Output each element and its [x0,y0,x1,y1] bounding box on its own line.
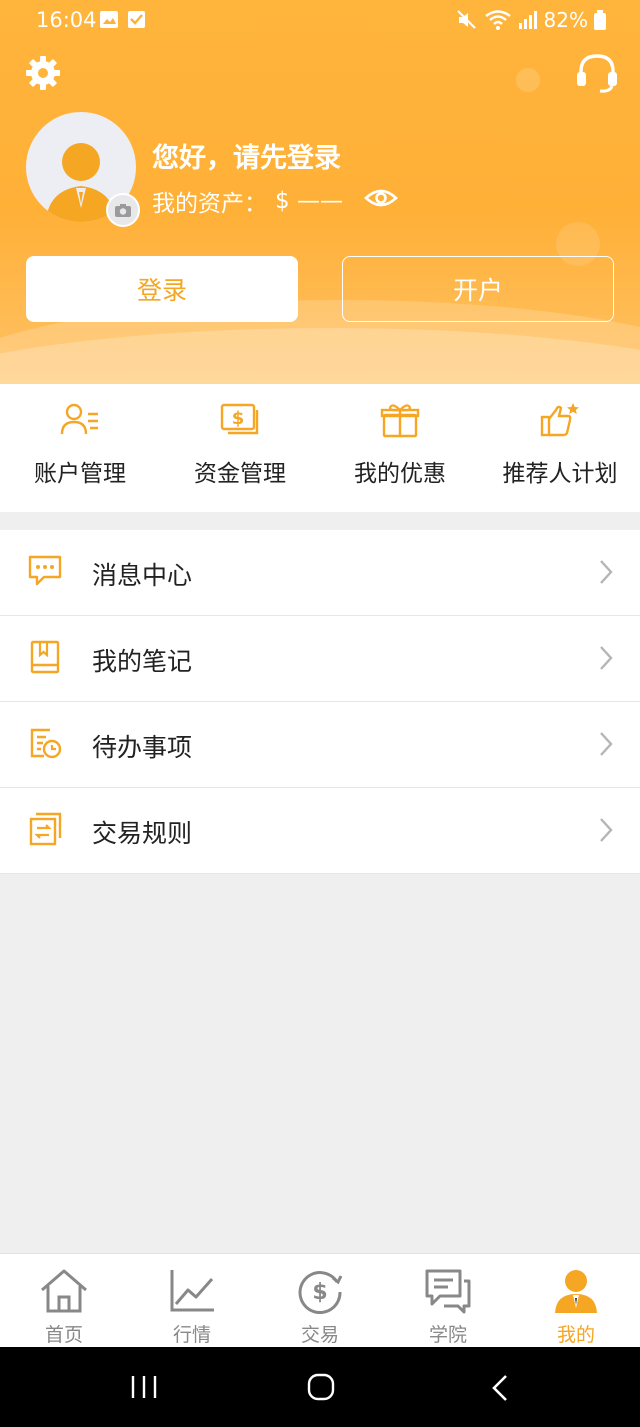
svg-text:$: $ [232,408,245,429]
eye-icon[interactable] [364,186,398,214]
wifi-icon [484,10,511,30]
quick-item-account-manage[interactable]: 账户管理 [0,384,160,512]
tab-academy[interactable]: 学院 [384,1254,512,1348]
menu-item-label: 交易规则 [92,819,193,848]
customer-service-headset-icon[interactable] [574,52,620,98]
chevron-right-icon [598,730,614,762]
rules-icon [28,812,62,850]
tab-label: 学院 [428,1324,467,1346]
assets-value: $ —— [275,188,343,214]
battery-percent: 82% [543,8,588,32]
menu-item-message-center[interactable]: 消息中心 [0,530,640,616]
svg-text:$: $ [312,1280,327,1305]
chart-icon [128,1268,256,1314]
quick-item-fund-manage[interactable]: $ 资金管理 [160,384,320,512]
tab-label: 首页 [44,1324,83,1346]
dollar-icon: $ [256,1268,384,1314]
thumbs-up-icon [480,402,640,438]
signal-icon [518,11,537,29]
mute-icon [456,10,476,29]
menu-item-label: 消息中心 [92,561,193,590]
recent-apps-icon[interactable] [130,1374,158,1404]
tab-market[interactable]: 行情 [128,1254,256,1348]
notebook-icon [28,640,62,678]
menu-item-todo[interactable]: 待办事项 [0,702,640,788]
tab-label: 行情 [172,1324,211,1346]
menu-list: 消息中心 我的笔记 待办事项 交易规则 [0,530,640,874]
back-nav-icon[interactable] [490,1373,510,1407]
open-account-button[interactable]: 开户 [342,256,614,322]
chevron-right-icon [598,558,614,590]
menu-item-trading-rules[interactable]: 交易规则 [0,788,640,874]
camera-icon[interactable] [106,193,140,227]
tab-label: 交易 [300,1324,339,1346]
chevron-right-icon [598,816,614,848]
tab-mine[interactable]: 我的 [512,1254,640,1348]
tab-home[interactable]: 首页 [0,1254,128,1348]
home-nav-icon[interactable] [307,1373,335,1405]
tab-trade[interactable]: $ 交易 [256,1254,384,1348]
chevron-right-icon [598,644,614,676]
quick-item-referral-plan[interactable]: 推荐人计划 [480,384,640,512]
quick-item-label: 资金管理 [194,461,286,487]
status-time: 16:04 [36,8,97,32]
status-bar: 16:04 82% [0,0,640,40]
menu-item-label: 我的笔记 [92,647,193,676]
notification-icons [100,10,146,34]
home-icon [0,1268,128,1314]
settings-gear-icon[interactable] [24,54,62,96]
menu-item-label: 待办事项 [92,733,193,762]
battery-icon [594,10,606,30]
assets-label: 我的资产： [152,191,267,217]
tab-label: 我的 [556,1324,595,1346]
person-icon [512,1268,640,1314]
todo-icon [28,726,62,764]
gift-icon [320,402,480,438]
fund-manage-icon: $ [160,402,320,438]
quick-item-my-offers[interactable]: 我的优惠 [320,384,480,512]
login-prompt[interactable]: 您好，请先登录 [152,136,341,175]
my-assets: 我的资产： $ —— [152,184,343,218]
quick-item-label: 账户管理 [34,461,126,487]
chat-icon [384,1268,512,1314]
quick-item-label: 我的优惠 [354,461,446,487]
quick-actions: 账户管理 $ 资金管理 我的优惠 推荐人计划 [0,384,640,512]
message-icon [28,554,62,592]
system-navigation-bar [0,1347,640,1427]
menu-item-my-notes[interactable]: 我的笔记 [0,616,640,702]
bottom-tab-bar: 首页 行情 $ 交易 学院 我的 [0,1253,640,1348]
quick-item-label: 推荐人计划 [502,461,618,487]
account-manage-icon [0,402,160,438]
login-button[interactable]: 登录 [26,256,298,322]
